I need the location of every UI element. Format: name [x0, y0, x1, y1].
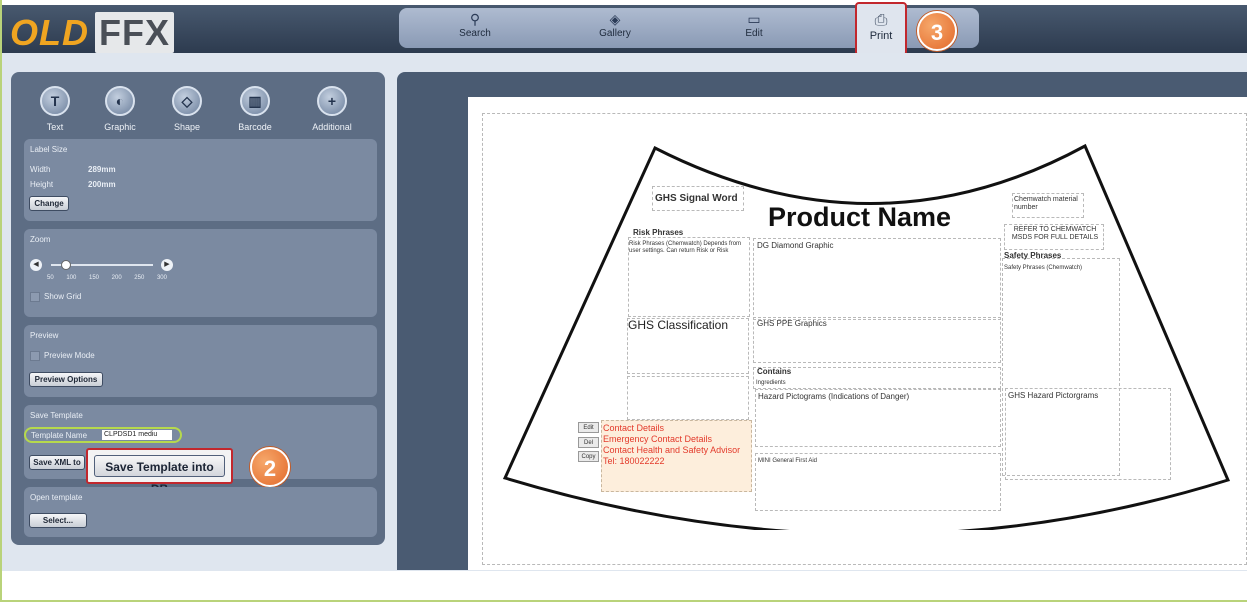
gallery-icon: ◈: [609, 11, 621, 27]
zoom-tick: 100: [66, 275, 77, 281]
zoom-slider-thumb[interactable]: [61, 260, 71, 270]
delete-field-button[interactable]: Del: [578, 437, 599, 448]
additional-tool-icon: +: [317, 86, 347, 116]
save-xml-button[interactable]: Save XML to: [29, 455, 85, 470]
template-name-label: Template Name: [31, 431, 88, 440]
checkbox-box: [30, 351, 40, 361]
height-value: 200mm: [88, 180, 116, 189]
tool-shape-label: Shape: [173, 122, 201, 132]
tool-additional-label: Additional: [312, 122, 352, 132]
chemwatch-text: Chemwatch material number: [1014, 196, 1078, 211]
template-name-highlight: Template Name CLPDSD1 mediu: [24, 427, 182, 443]
refer-text: REFER TO CHEMWATCH MSDS FOR FULL DETAILS: [1011, 226, 1099, 241]
ghs-hazard-field[interactable]: [1005, 388, 1171, 480]
zoom-ticks: 50 100 150 200 250 300: [47, 275, 167, 281]
height-label: Height: [30, 180, 54, 189]
preview-options-button[interactable]: Preview Options: [29, 372, 103, 387]
dg-diamond-text: DG Diamond Graphic: [757, 241, 834, 250]
contains-title: Contains: [757, 367, 792, 376]
template-name-input[interactable]: CLPDSD1 mediu: [102, 430, 172, 440]
text-tool-icon: T: [40, 86, 70, 116]
show-grid-label: Show Grid: [44, 292, 82, 302]
contact-details-text: Contact Details: [603, 423, 665, 433]
preview-section: Preview Preview Mode Preview Options: [24, 325, 377, 397]
nav-gallery[interactable]: ◈ Gallery: [585, 10, 645, 46]
first-aid-text: MINI General First Aid: [758, 458, 818, 464]
zoom-title: Zoom: [30, 235, 51, 244]
width-value: 289mm: [88, 165, 116, 174]
ppe-text: GHS PPE Graphics: [757, 319, 827, 328]
zoom-in-icon[interactable]: ▶: [161, 259, 173, 271]
product-name-text[interactable]: Product Name: [768, 202, 951, 233]
ingredients-text: Ingredients: [756, 380, 786, 386]
change-button[interactable]: Change: [29, 196, 69, 211]
show-grid-checkbox[interactable]: Show Grid: [30, 292, 81, 302]
open-template-section: Open template Select...: [24, 487, 377, 537]
print-label: Print: [869, 30, 893, 42]
printer-icon: ⎙: [874, 12, 888, 29]
extra-field[interactable]: [627, 376, 749, 420]
tool-text[interactable]: T Text: [25, 86, 85, 132]
hazard-pictograms-text: Hazard Pictograms (Indications of Danger…: [758, 392, 910, 401]
tool-shape[interactable]: ◇ Shape: [157, 86, 217, 132]
save-template-title: Save Template: [30, 411, 83, 420]
app-logo: OLD FFX: [10, 12, 174, 53]
width-label: Width: [30, 165, 51, 174]
health-safety-text: Contact Health and Safety Advisor: [603, 445, 741, 455]
tool-graphic-label: Graphic: [104, 122, 136, 132]
step-badge-2: 2: [250, 447, 290, 487]
emergency-contact-text: Emergency Contact Details: [603, 434, 713, 444]
tool-barcode-label: Barcode: [238, 122, 272, 132]
zoom-tick: 150: [88, 275, 99, 281]
copy-field-button[interactable]: Copy: [578, 451, 599, 462]
label-size-title: Label Size: [30, 145, 68, 154]
nav-search[interactable]: ⚲ Search: [445, 10, 505, 46]
preview-title: Preview: [30, 331, 59, 340]
signal-word-text: GHS Signal Word: [655, 193, 738, 204]
safety-phrases-title: Safety Phrases: [1004, 251, 1062, 260]
edit-icon: ▭: [747, 11, 761, 27]
tool-barcode[interactable]: ▥ Barcode: [225, 86, 285, 132]
zoom-tick: 50: [47, 275, 54, 281]
step-badge-3: 3: [917, 11, 957, 51]
nav-gallery-label: Gallery: [599, 28, 631, 39]
label-size-section: Label Size Width 289mm Height 200mm Chan…: [24, 139, 377, 221]
open-template-title: Open template: [30, 493, 83, 502]
zoom-section: Zoom ◀ ▶ 50 100 150 200 250 300 Show Gri…: [24, 229, 377, 317]
graphic-tool-icon: ◐: [105, 86, 135, 116]
dg-diamond-field[interactable]: [753, 238, 1001, 320]
ghs-classification-text: GHS Classification: [628, 318, 729, 332]
nav-search-label: Search: [459, 28, 491, 39]
print-button[interactable]: ⎙ Print: [855, 2, 907, 56]
save-template-into-db-button[interactable]: Save Template into DB: [94, 455, 225, 496]
zoom-tick: 250: [134, 275, 145, 281]
search-icon: ⚲: [469, 11, 481, 27]
tool-text-label: Text: [46, 122, 64, 132]
tool-graphic[interactable]: ◐ Graphic: [90, 86, 150, 132]
preview-mode-checkbox[interactable]: Preview Mode: [30, 351, 95, 361]
barcode-tool-icon: ▥: [240, 86, 270, 116]
zoom-out-icon[interactable]: ◀: [30, 259, 42, 271]
nav-edit[interactable]: ▭ Edit: [724, 10, 784, 46]
tel-text: Tel: 180022222: [603, 456, 665, 466]
safety-phrases-text: Safety Phrases (Chemwatch): [1004, 265, 1083, 271]
zoom-tick: 300: [156, 275, 167, 281]
sub-bar: [2, 53, 1247, 71]
edit-field-button[interactable]: Edit: [578, 422, 599, 433]
logo-text-old: OLD: [10, 12, 89, 53]
logo-text-ffx: FFX: [95, 12, 174, 53]
risk-phrases-title: Risk Phrases: [633, 228, 684, 237]
nav-edit-label: Edit: [745, 28, 763, 39]
tool-additional[interactable]: + Additional: [302, 86, 362, 132]
zoom-tick: 200: [111, 275, 122, 281]
risk-phrases-text: Risk Phrases (Chemwatch) Depends from us…: [629, 241, 742, 254]
select-template-button[interactable]: Select...: [29, 513, 87, 528]
top-bar: OLD FFX ⚲ Search ◈ Gallery ▭ Edit: [2, 5, 1247, 53]
preview-mode-label: Preview Mode: [44, 351, 95, 361]
ghs-hazard-text: GHS Hazard Pictorgrams: [1008, 391, 1099, 400]
save-db-highlight: Save Template into DB: [86, 448, 233, 496]
shape-tool-icon: ◇: [172, 86, 202, 116]
checkbox-box: [30, 292, 40, 302]
